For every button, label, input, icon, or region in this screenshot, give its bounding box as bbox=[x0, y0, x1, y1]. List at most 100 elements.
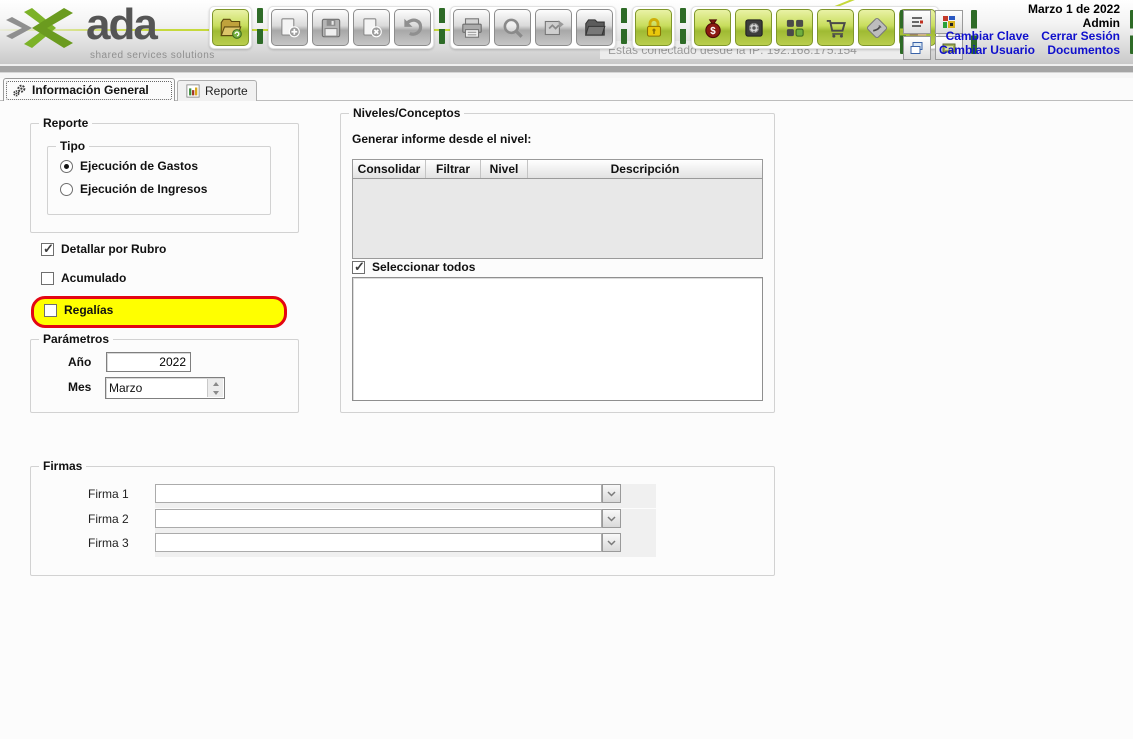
cart-icon bbox=[823, 15, 849, 41]
export-image-icon bbox=[541, 15, 567, 41]
cambiar-clave-link[interactable]: Cambiar Clave bbox=[946, 29, 1029, 43]
firma-3-combobox[interactable] bbox=[155, 533, 621, 552]
column-header-descripcion[interactable]: Descripción bbox=[528, 160, 762, 178]
down-arrow-icon bbox=[213, 391, 219, 395]
save-button[interactable] bbox=[312, 9, 349, 46]
search-button[interactable] bbox=[494, 9, 531, 46]
tab-content-informacion-general: Reporte Tipo Ejecución de Gastos Ejecuci… bbox=[0, 100, 1133, 739]
anio-input[interactable] bbox=[106, 352, 191, 372]
cerrar-sesion-link[interactable]: Cerrar Sesión bbox=[1041, 29, 1120, 43]
checkbox-box[interactable] bbox=[44, 304, 57, 317]
toolbar-separator bbox=[257, 8, 263, 44]
checkbox-detallar-por-rubro[interactable]: Detallar por Rubro bbox=[41, 242, 166, 256]
firma-3-label: Firma 3 bbox=[88, 536, 129, 550]
search-icon bbox=[500, 15, 526, 41]
ada-logo-mark bbox=[4, 4, 84, 60]
undo-button[interactable] bbox=[394, 9, 431, 46]
cascade-windows-button[interactable] bbox=[903, 36, 931, 60]
spinner-down-button[interactable] bbox=[208, 388, 223, 397]
combo-dropdown-button[interactable] bbox=[602, 533, 621, 552]
niveles-legend: Niveles/Conceptos bbox=[349, 106, 464, 120]
lock-icon bbox=[641, 15, 667, 41]
radio-ejecucion-ingresos[interactable]: Ejecución de Ingresos bbox=[60, 182, 207, 196]
main-toolbar: $ bbox=[209, 6, 939, 49]
print-icon bbox=[459, 15, 485, 41]
reporte-legend: Reporte bbox=[39, 116, 92, 130]
mes-value: Marzo bbox=[109, 381, 206, 395]
toolbar-group-lock bbox=[632, 6, 675, 49]
niveles-table-header: Consolidar Filtrar Nivel Descripción bbox=[353, 160, 762, 179]
checkbox-acumulado[interactable]: Acumulado bbox=[41, 271, 126, 285]
mes-label: Mes bbox=[68, 380, 91, 394]
eco-hand-button[interactable] bbox=[858, 9, 895, 46]
checkbox-label: Regalías bbox=[64, 303, 113, 317]
firma-2-label: Firma 2 bbox=[88, 512, 129, 526]
tab-informacion-general[interactable]: Información General bbox=[3, 78, 175, 101]
radio-ejecucion-gastos[interactable]: Ejecución de Gastos bbox=[60, 159, 198, 173]
anio-label: Año bbox=[68, 355, 91, 369]
checkbox-box[interactable] bbox=[352, 261, 365, 274]
toolbar-group-open bbox=[209, 6, 252, 49]
parametros-groupbox: Parámetros bbox=[30, 339, 299, 413]
list-icon bbox=[909, 14, 925, 30]
ada-logo: ada shared services solutions bbox=[4, 4, 214, 62]
radio-circle[interactable] bbox=[60, 183, 73, 196]
money-bag-button[interactable]: $ bbox=[694, 9, 731, 46]
closed-folder-button[interactable] bbox=[576, 9, 613, 46]
checkbox-regalias[interactable]: Regalías bbox=[44, 303, 113, 317]
lock-button[interactable] bbox=[635, 9, 672, 46]
export-image-button[interactable] bbox=[535, 9, 572, 46]
parametros-legend: Parámetros bbox=[39, 332, 113, 346]
toolbar-group-output bbox=[450, 6, 616, 49]
svg-text:$: $ bbox=[710, 26, 716, 37]
new-document-button[interactable] bbox=[271, 9, 308, 46]
cart-button[interactable] bbox=[817, 9, 854, 46]
column-header-nivel[interactable]: Nivel bbox=[481, 160, 528, 178]
header-divider bbox=[0, 64, 1133, 78]
checkbox-label: Detallar por Rubro bbox=[61, 242, 166, 256]
conceptos-listbox[interactable] bbox=[352, 277, 763, 401]
bar-chart-icon bbox=[186, 84, 200, 98]
open-folder-button[interactable] bbox=[212, 9, 249, 46]
combo-dropdown-button[interactable] bbox=[602, 484, 621, 503]
checkbox-seleccionar-todos[interactable]: Seleccionar todos bbox=[352, 260, 475, 274]
open-folder-icon bbox=[218, 15, 244, 41]
tipo-groupbox: Tipo bbox=[47, 146, 271, 215]
list-button[interactable] bbox=[903, 10, 931, 34]
cambiar-usuario-link[interactable]: Cambiar Usuario bbox=[939, 43, 1035, 57]
radio-circle[interactable] bbox=[60, 160, 73, 173]
chevron-down-icon bbox=[607, 540, 616, 546]
money-bag-icon: $ bbox=[700, 15, 726, 41]
brand-text: ada bbox=[86, 0, 156, 50]
up-arrow-icon bbox=[213, 382, 219, 386]
print-button[interactable] bbox=[453, 9, 490, 46]
checkbox-label: Acumulado bbox=[61, 271, 126, 285]
combo-field[interactable] bbox=[155, 533, 602, 552]
closed-folder-icon bbox=[582, 15, 608, 41]
chevron-down-icon bbox=[607, 516, 616, 522]
firma-2-combobox[interactable] bbox=[155, 509, 621, 528]
documentos-link[interactable]: Documentos bbox=[1047, 43, 1120, 57]
combo-dropdown-button[interactable] bbox=[602, 509, 621, 528]
column-header-consolidar[interactable]: Consolidar bbox=[353, 160, 426, 178]
modules-button[interactable] bbox=[776, 9, 813, 46]
tab-reporte[interactable]: Reporte bbox=[177, 80, 257, 101]
spinner-up-button[interactable] bbox=[208, 379, 223, 388]
mes-spinner[interactable]: Marzo bbox=[105, 377, 225, 399]
column-header-filtrar[interactable]: Filtrar bbox=[426, 160, 481, 178]
current-user: Admin bbox=[939, 17, 1120, 31]
checkbox-box[interactable] bbox=[41, 243, 54, 256]
firmas-legend: Firmas bbox=[39, 459, 86, 473]
checkbox-box[interactable] bbox=[41, 272, 54, 285]
delete-document-button[interactable] bbox=[353, 9, 390, 46]
combo-field[interactable] bbox=[155, 509, 602, 528]
firma-1-combobox[interactable] bbox=[155, 484, 621, 503]
niveles-table[interactable]: Consolidar Filtrar Nivel Descripción bbox=[352, 159, 763, 259]
save-icon bbox=[318, 15, 344, 41]
safe-button[interactable] bbox=[735, 9, 772, 46]
niveles-table-body[interactable] bbox=[353, 179, 762, 259]
spinner-buttons bbox=[207, 379, 223, 397]
combo-field[interactable] bbox=[155, 484, 602, 503]
tab-label: Información General bbox=[32, 83, 149, 97]
tab-bar: Información General Reporte bbox=[0, 78, 1133, 100]
